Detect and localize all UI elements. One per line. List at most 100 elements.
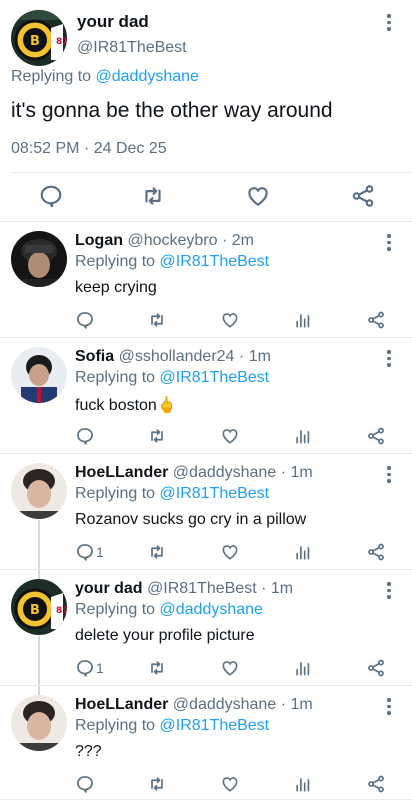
- author-handle[interactable]: @sshollander24: [119, 348, 235, 365]
- svg-text:81: 81: [56, 37, 67, 47]
- comment-icon[interactable]: [75, 310, 95, 330]
- tweet-timestamp: 08:52 PM · 24 Dec 25: [11, 140, 167, 158]
- reply-tweet: HoeLLander @daddyshane · 1m Replying to @…: [0, 454, 412, 570]
- replying-to-link[interactable]: @IR81TheBest: [160, 369, 270, 386]
- retweet-icon[interactable]: [147, 542, 167, 562]
- replying-prefix: Replying to: [75, 717, 156, 734]
- share-icon[interactable]: [350, 183, 376, 209]
- replying-prefix: Replying to: [75, 369, 156, 386]
- reply-actions: 1: [0, 542, 412, 564]
- replying-to: Replying to @IR81TheBest: [75, 485, 269, 503]
- replying-to-link[interactable]: @daddyshane: [160, 601, 263, 618]
- reply-text-content: keep crying: [75, 279, 157, 296]
- author-handle[interactable]: @daddyshane: [173, 464, 276, 481]
- comment-icon[interactable]: [75, 774, 95, 794]
- reply-text: delete your profile picture: [75, 627, 255, 645]
- author-handle[interactable]: @IR81TheBest: [147, 580, 257, 597]
- reply-tweet: Logan @hockeybro · 2m Replying to @IR81Th…: [0, 222, 412, 338]
- more-icon[interactable]: [386, 350, 392, 367]
- avatar[interactable]: [11, 347, 67, 403]
- author-name[interactable]: your dad: [77, 12, 149, 32]
- analytics-icon[interactable]: [293, 310, 313, 330]
- separator-dot: ·: [238, 348, 245, 365]
- analytics-icon[interactable]: [293, 658, 313, 678]
- comment-icon[interactable]: [38, 183, 64, 209]
- avatar[interactable]: [11, 463, 67, 519]
- replying-prefix: Replying to: [75, 601, 156, 618]
- reply-time: 1m: [270, 580, 294, 597]
- reply-header: HoeLLander @daddyshane · 1m: [75, 696, 313, 714]
- reply-header: HoeLLander @daddyshane · 1m: [75, 464, 313, 482]
- analytics-icon[interactable]: [293, 774, 313, 794]
- like-icon[interactable]: [220, 310, 240, 330]
- more-icon[interactable]: [386, 698, 392, 715]
- reply-text-content: Rozanov sucks go cry in a pillow: [75, 511, 307, 528]
- replying-to-link[interactable]: @IR81TheBest: [160, 485, 270, 502]
- reply-count: 1: [96, 544, 104, 560]
- reply-actions: [0, 426, 412, 448]
- svg-text:B: B: [30, 34, 40, 49]
- author-handle[interactable]: @IR81TheBest: [77, 39, 187, 57]
- tweet-text: it's gonna be the other way around: [11, 99, 333, 122]
- share-icon[interactable]: [366, 310, 386, 330]
- like-icon[interactable]: [245, 183, 271, 209]
- reply-text-content: delete your profile picture: [75, 627, 255, 644]
- replying-to-link[interactable]: @IR81TheBest: [160, 717, 270, 734]
- replying-to: Replying to @daddyshane: [11, 68, 199, 86]
- reply-time: 1m: [290, 464, 313, 481]
- avatar[interactable]: [11, 695, 67, 751]
- comment-icon[interactable]: [75, 658, 95, 678]
- author-name[interactable]: Sofia: [75, 348, 114, 365]
- replying-prefix: Replying to: [75, 253, 156, 270]
- reply-actions: [0, 310, 412, 332]
- reply-actions: 1: [0, 658, 412, 680]
- share-icon[interactable]: [366, 658, 386, 678]
- analytics-icon[interactable]: [293, 542, 313, 562]
- author-name[interactable]: HoeLLander: [75, 464, 168, 481]
- retweet-icon[interactable]: [147, 774, 167, 794]
- reply-actions: [0, 774, 412, 796]
- share-icon[interactable]: [366, 426, 386, 446]
- tweet-time: 08:52 PM: [11, 140, 80, 157]
- separator-dot: ·: [261, 580, 267, 597]
- reply-time: 1m: [290, 696, 313, 713]
- like-icon[interactable]: [220, 774, 240, 794]
- author-name[interactable]: your dad: [75, 580, 143, 597]
- tweet-actions: [0, 183, 412, 211]
- retweet-icon[interactable]: [147, 658, 167, 678]
- author-handle[interactable]: @hockeybro: [127, 232, 217, 249]
- author-handle[interactable]: @daddyshane: [173, 696, 276, 713]
- avatar[interactable]: B 81: [11, 10, 67, 66]
- share-icon[interactable]: [366, 542, 386, 562]
- replying-to-link[interactable]: @IR81TheBest: [160, 253, 270, 270]
- analytics-icon[interactable]: [293, 426, 313, 446]
- tweet-date: 24 Dec 25: [93, 140, 167, 157]
- more-icon[interactable]: [386, 582, 392, 599]
- replying-to: Replying to @daddyshane: [75, 601, 263, 619]
- comment-icon[interactable]: [75, 426, 95, 446]
- replying-to: Replying to @IR81TheBest: [75, 369, 269, 387]
- retweet-icon[interactable]: [147, 426, 167, 446]
- more-icon[interactable]: [386, 14, 392, 31]
- replying-to: Replying to @IR81TheBest: [75, 253, 269, 271]
- author-name[interactable]: HoeLLander: [75, 696, 168, 713]
- retweet-icon[interactable]: [140, 183, 166, 209]
- reply-text: Rozanov sucks go cry in a pillow: [75, 511, 306, 529]
- separator-dot: ·: [280, 464, 287, 481]
- reply-header: Logan @hockeybro · 2m: [75, 232, 254, 250]
- avatar[interactable]: B 81: [11, 579, 67, 635]
- reply-text: ???: [75, 743, 102, 761]
- like-icon[interactable]: [220, 658, 240, 678]
- more-icon[interactable]: [386, 466, 392, 483]
- like-icon[interactable]: [220, 542, 240, 562]
- author-name[interactable]: Logan: [75, 232, 123, 249]
- reply-text: keep crying: [75, 279, 157, 297]
- more-icon[interactable]: [386, 234, 392, 251]
- avatar[interactable]: [11, 231, 67, 287]
- replying-to-link[interactable]: @daddyshane: [96, 68, 199, 85]
- share-icon[interactable]: [366, 774, 386, 794]
- divider: [11, 172, 412, 173]
- like-icon[interactable]: [220, 426, 240, 446]
- retweet-icon[interactable]: [147, 310, 167, 330]
- comment-icon[interactable]: [75, 542, 95, 562]
